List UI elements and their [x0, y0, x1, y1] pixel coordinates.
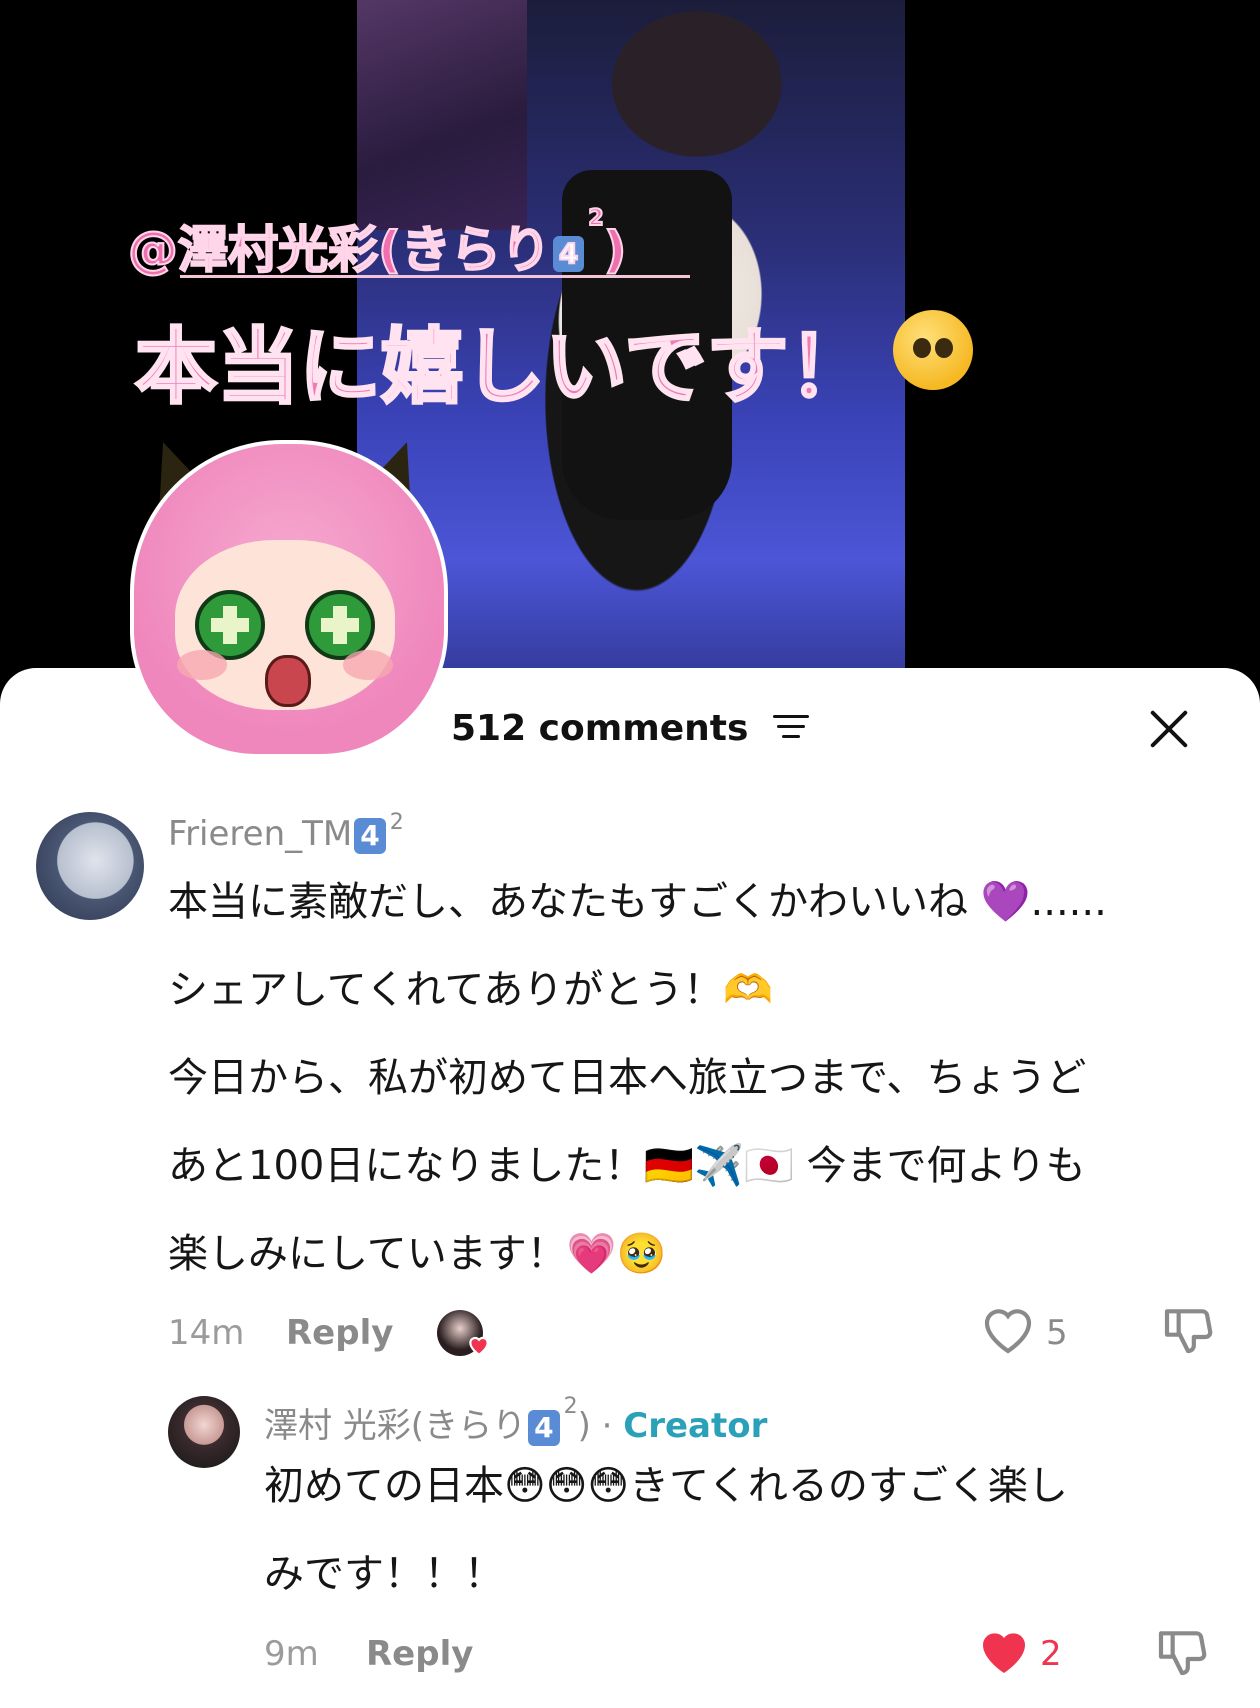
pleading-face-emoji-icon — [893, 310, 973, 390]
reply-button[interactable]: Reply — [286, 1313, 393, 1353]
comments-count: 512 comments — [450, 708, 749, 749]
avatar-frieren[interactable] — [36, 812, 144, 920]
video-mention-overlay: @澤村光彩(きらり 42) — [127, 205, 628, 280]
like-count: 2 — [1040, 1634, 1062, 1674]
sticker-blush-left — [177, 650, 227, 680]
like-heart-icon[interactable] — [980, 1304, 1036, 1356]
keycap-four-icon: 4 — [528, 1409, 560, 1446]
anime-girl-sticker — [120, 420, 450, 760]
reply-text-line: 初めての日本😳😳😳きてくれるのすごく楽し — [264, 1463, 1068, 1509]
reply-username[interactable]: 澤村 光彩(きらり 42) · Creator — [264, 1394, 768, 1447]
comment-username[interactable]: Frieren_TM 4 2 — [168, 810, 404, 854]
sticker-blush-right — [343, 650, 393, 680]
comment-text-line: 楽しみにしています！💗🥹 — [168, 1231, 667, 1277]
avatar-creator[interactable] — [168, 1396, 240, 1468]
video-caption-overlay: 本当に嬉しいです！ — [134, 319, 873, 417]
like-count: 5 — [1046, 1313, 1068, 1353]
keycap-four-icon: 4 — [354, 817, 386, 854]
reply-timestamp: 9m — [264, 1634, 319, 1674]
sort-filter-icon[interactable] — [773, 715, 809, 739]
sticker-mouth — [265, 655, 311, 707]
reply-text-line: みです！！！ — [264, 1551, 504, 1597]
creator-liked-heart-icon — [469, 1336, 489, 1357]
comment-text-line: 今日から、私が初めて日本へ旅立つまで、ちょうど — [168, 1055, 1087, 1101]
comment-text-line: シェアしてくれてありがとう！🫶 — [168, 967, 774, 1013]
video-player[interactable]: @澤村光彩(きらり 42) 本当に嬉しいです！ — [0, 0, 1260, 758]
dislike-icon[interactable] — [1154, 1624, 1210, 1680]
mention-underline — [180, 275, 690, 278]
close-comments-button[interactable] — [1148, 708, 1190, 750]
reply-button[interactable]: Reply — [366, 1634, 473, 1674]
comment-text-line: 本当に素敵だし、あなたもすごくかわいいね 💜...... — [168, 879, 1107, 925]
dislike-icon[interactable] — [1160, 1302, 1216, 1358]
sticker-face — [175, 540, 395, 710]
keycap-four-icon: 4 — [552, 235, 585, 272]
liked-heart-icon[interactable] — [976, 1626, 1032, 1678]
comments-sheet: 512 comments Frieren_TM 4 2 本当に素敵だし、あなたもすご… — [0, 668, 1260, 1708]
comment-text-line: あと100日になりました！🇩🇪✈️🇯🇵 今まで何よりも — [168, 1143, 1086, 1189]
creator-badge: Creator — [623, 1406, 768, 1446]
comment-timestamp: 14m — [168, 1313, 245, 1353]
